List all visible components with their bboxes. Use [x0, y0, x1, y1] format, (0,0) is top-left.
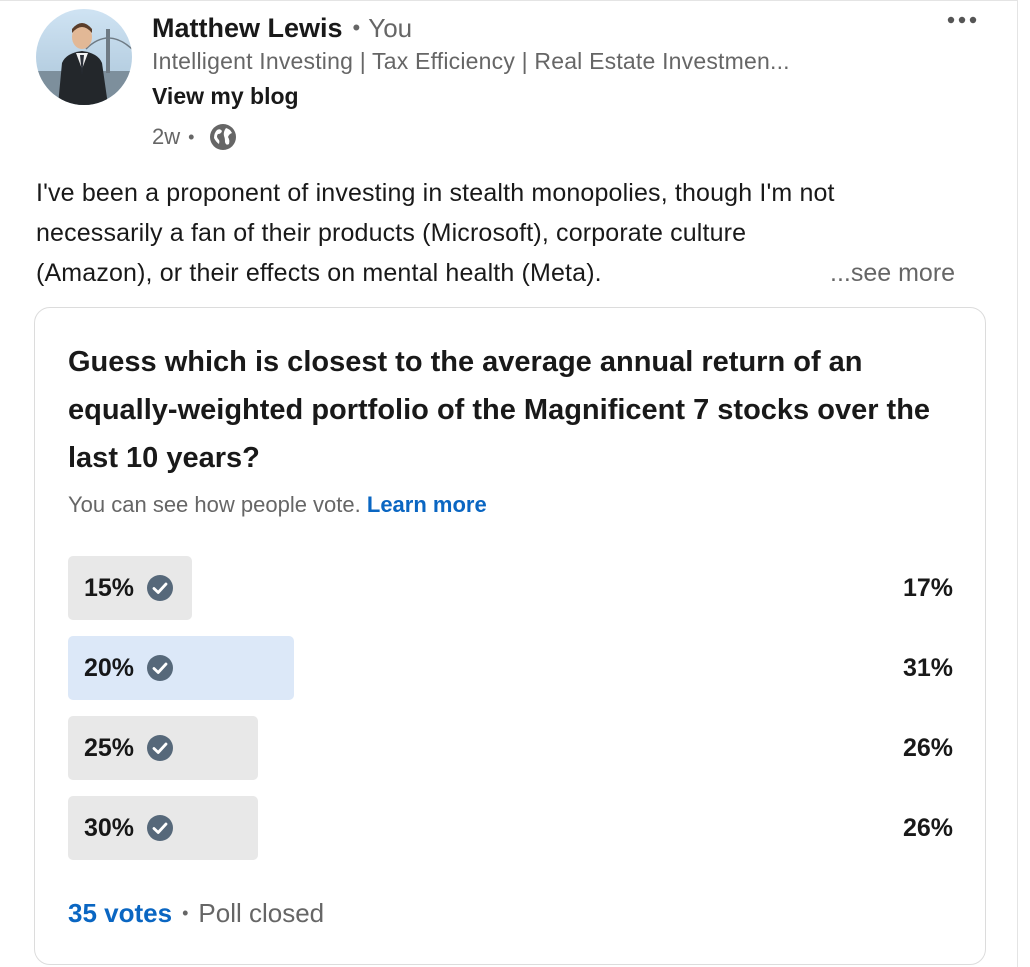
author-headline: Intelligent Investing | Tax Efficiency |… [152, 48, 790, 74]
check-circle-icon [147, 655, 174, 681]
post-body-line: I've been a proponent of investing in st… [36, 179, 835, 207]
poll-option-label-wrap: 15% [84, 556, 174, 620]
check-circle-icon [147, 815, 174, 841]
poll-option-label: 15% [84, 573, 135, 602]
poll-option-label-wrap: 25% [84, 716, 174, 780]
see-more-button[interactable]: ...see more [830, 253, 955, 293]
visibility-note-text: You can see how people vote. [68, 492, 361, 517]
post-meta: 2w • [152, 121, 238, 153]
poll-option-label: 30% [84, 813, 135, 842]
poll-option-label-wrap: 30% [84, 796, 174, 860]
poll-option-label: 25% [84, 733, 135, 762]
poll-option-20[interactable]: 20% 31% [68, 636, 953, 700]
author-avatar[interactable] [36, 9, 132, 105]
separator-dot: • [352, 15, 361, 40]
view-blog-link[interactable]: View my blog [152, 83, 299, 110]
globe-icon [210, 124, 237, 150]
poll-card: Guess which is closest to the average an… [34, 307, 986, 965]
learn-more-link[interactable]: Learn more [367, 492, 487, 517]
post-card: Matthew Lewis • You Intelligent Investin… [0, 0, 1018, 967]
poll-option-percent: 26% [902, 733, 953, 762]
poll-visibility-note: You can see how people vote. Learn more [68, 492, 487, 518]
poll-option-label: 20% [84, 653, 135, 682]
poll-option-percent: 26% [902, 813, 953, 842]
separator-dot: • [188, 126, 195, 147]
separator-dot: • [182, 902, 189, 923]
poll-option-percent: 17% [902, 573, 953, 602]
poll-footer: 35 votes • Poll closed [68, 896, 324, 930]
author-relation: You [368, 12, 413, 43]
check-circle-icon [147, 735, 174, 761]
poll-option-label-wrap: 20% [84, 636, 174, 700]
poll-votes-link[interactable]: 35 votes [68, 898, 172, 929]
author-name[interactable]: Matthew Lewis [152, 13, 343, 44]
poll-option-15[interactable]: 15% 17% [68, 556, 953, 620]
ellipsis-icon [947, 16, 977, 24]
post-age: 2w [152, 124, 181, 149]
poll-option-percent: 31% [902, 653, 953, 682]
more-options-button[interactable] [940, 3, 984, 37]
poll-option-30[interactable]: 30% 26% [68, 796, 953, 860]
avatar-photo [36, 9, 132, 105]
poll-question: Guess which is closest to the average an… [68, 346, 931, 474]
post-body-line: necessarily a fan of their products (Mic… [36, 219, 747, 247]
poll-option-25[interactable]: 25% 26% [68, 716, 953, 780]
author-line: Matthew Lewis • You [152, 11, 412, 45]
check-circle-icon [147, 575, 174, 601]
poll-status: Poll closed [198, 897, 325, 928]
